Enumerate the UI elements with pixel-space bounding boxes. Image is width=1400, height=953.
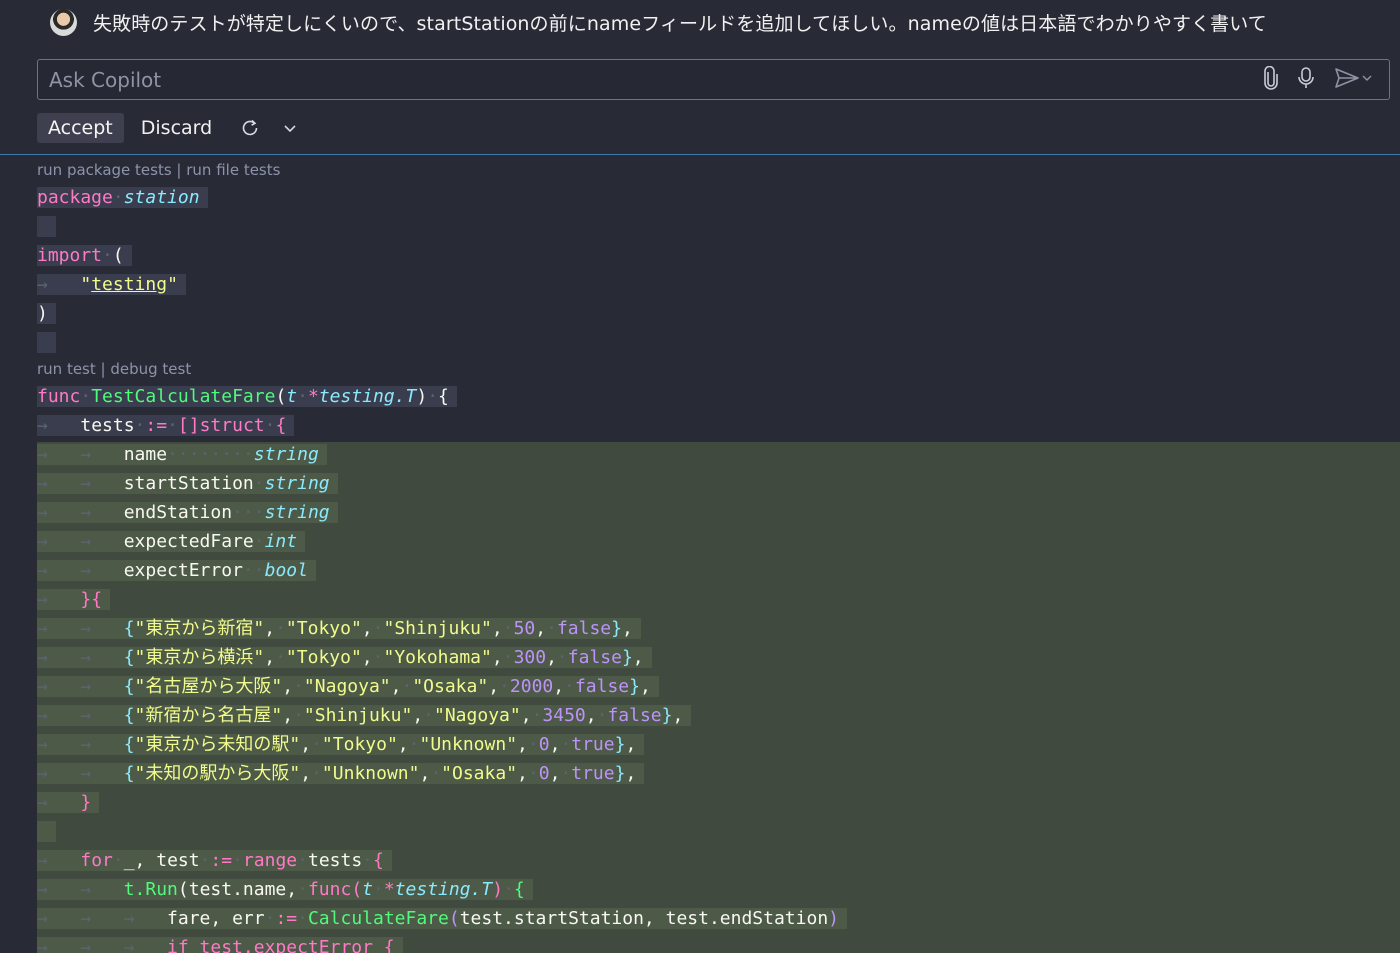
code-line: → tests·:=·[]struct·{ [37, 411, 295, 440]
code-line: → → → fare, err·:=·CalculateFare(test.st… [37, 904, 848, 933]
code-line: package·station [37, 183, 208, 212]
code-line: → "testing" [37, 270, 186, 299]
code-line: → for·_, test·:=·range·tests·{ [37, 846, 392, 875]
ask-input-actions [1263, 66, 1373, 90]
code-line: → } [37, 788, 100, 817]
code-line: → → {"新宿から名古屋",·"Shinjuku",·"Nagoya",·34… [37, 701, 692, 730]
ask-copilot-input[interactable]: Ask Copilot [37, 59, 1390, 100]
code-line: → → {"東京から横浜",·"Tokyo",·"Yokohama",·300,… [37, 643, 652, 672]
code-line: import·( [37, 241, 132, 270]
code-line: ) [37, 299, 56, 328]
code-line [37, 212, 56, 241]
chevron-down-icon[interactable] [278, 116, 302, 140]
paperclip-icon[interactable] [1263, 66, 1279, 90]
code-line: → → startStation·string [37, 469, 338, 498]
code-line: → }{ [37, 585, 111, 614]
ask-copilot-placeholder: Ask Copilot [49, 68, 162, 92]
copilot-inline-chat: 失敗時のテストが特定しにくいので、startStationの前にnameフィール… [0, 0, 1400, 155]
discard-button[interactable]: Discard [131, 113, 222, 143]
codelens-package[interactable]: run package tests | run file tests [37, 161, 280, 179]
chat-prompt-text: 失敗時のテストが特定しにくいので、startStationの前にnameフィール… [93, 12, 1267, 35]
chat-actions: Accept Discard [37, 113, 302, 143]
code-line: → → {"東京から未知の駅",·"Tokyo",·"Unknown",·0,·… [37, 730, 645, 759]
code-line: → → {"名古屋から大阪",·"Nagoya",·"Osaka",·2000,… [37, 672, 659, 701]
code-line: → → endStation···string [37, 498, 338, 527]
user-avatar [50, 8, 77, 36]
microphone-icon[interactable] [1297, 66, 1315, 90]
code-line: → → name········string [37, 440, 327, 469]
send-icon[interactable] [1333, 66, 1373, 90]
code-line [37, 328, 56, 357]
regenerate-icon[interactable] [238, 116, 262, 140]
accept-button[interactable]: Accept [37, 113, 124, 143]
code-line: → → expectError··bool [37, 556, 316, 585]
chat-request: 失敗時のテストが特定しにくいので、startStationの前にnameフィール… [50, 8, 1267, 36]
code-line: func·TestCalculateFare(t·*testing.T)·{ [37, 382, 457, 411]
code-line [37, 817, 56, 846]
code-line: → → → if test.expectError { [37, 933, 403, 953]
code-line: → → expectedFare·int [37, 527, 306, 556]
codelens-func[interactable]: run test | debug test [37, 360, 191, 378]
code-line: → → {"未知の駅から大阪",·"Unknown",·"Osaka",·0,·… [37, 759, 645, 788]
code-editor[interactable]: run package tests | run file tests packa… [0, 156, 1400, 953]
code-line: → → {"東京から新宿",·"Tokyo",·"Shinjuku",·50,·… [37, 614, 641, 643]
code-line: → → t.Run(test.name,·func(t·*testing.T)·… [37, 875, 533, 904]
